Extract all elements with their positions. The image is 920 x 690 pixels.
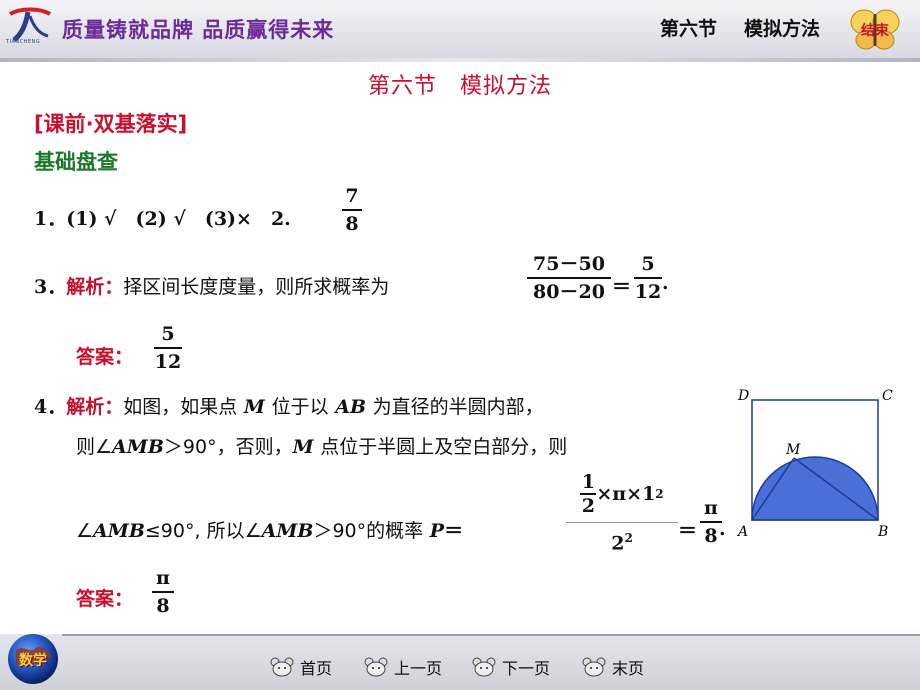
q3-answer-numerator: 5: [161, 323, 175, 345]
question-4-line-1: 4．解析：如图，如果点 M 位于以 AB 为直径的半圆内部，: [34, 396, 544, 418]
q4-compound-fraction: 1 2 ×π×1 2 22: [566, 466, 678, 555]
q3-answer-label: 答案：: [76, 346, 134, 368]
q3-frac1-numerator: 75－50: [533, 253, 605, 275]
header-title: 模拟方法: [744, 18, 821, 40]
header-bar: TIANCHENG 质量铸就品牌 品质赢得未来 第六节 模拟方法 结束: [0, 0, 920, 62]
q4-equals-2: ＝: [678, 520, 698, 542]
label-a: A: [736, 524, 748, 540]
page-title: 第六节 模拟方法: [367, 74, 552, 99]
q4-compound-numerator: 1 2 ×π×1 2: [580, 471, 664, 517]
q4-compound-denominator: 22: [611, 531, 633, 555]
q4-result-numerator: π: [704, 497, 718, 519]
q1-fraction: 7 8: [342, 184, 362, 236]
label-m: M: [785, 442, 801, 458]
q4-analysis-label: 解析：: [66, 396, 124, 418]
math-logo-label: 数学: [19, 653, 47, 669]
q3-answer-fraction: 5 12: [154, 322, 182, 374]
q3-frac2-denominator: 12: [634, 281, 662, 303]
q1-parts: (1) √ (2) √ (3)× 2.: [66, 208, 291, 230]
q3-number: 3．: [34, 276, 67, 298]
nav-next-page[interactable]: 下一页: [472, 654, 550, 680]
q3-frac2-numerator: 5: [641, 253, 655, 275]
question-4-line-2: 则∠AMB＞90°，否则，M 点位于半圆上及空白部分，则: [76, 436, 568, 458]
semicircle-region: [751, 456, 879, 521]
nav-next-label: 下一页: [502, 659, 551, 678]
nav-prev-page[interactable]: 上一页: [364, 654, 442, 680]
label-c: C: [882, 388, 893, 404]
section-heading-red: [课前·双基落实]: [34, 112, 188, 136]
header-slogan: 质量铸就品牌 品质赢得未来: [62, 18, 335, 42]
footer-divider: [62, 634, 920, 636]
q4-answer-fraction: π 8: [152, 566, 174, 618]
mouse-icon: [270, 657, 294, 677]
semicircle-square-figure: D C M A B: [736, 388, 893, 540]
q1-fraction-denominator: 8: [345, 213, 359, 235]
q4-answer-label: 答案：: [76, 588, 134, 610]
q3-answer-denominator: 12: [154, 351, 182, 373]
end-button[interactable]: 结束: [850, 6, 900, 52]
q3-frac1-denominator: 80－20: [533, 281, 605, 303]
q3-equals: ＝: [612, 276, 632, 298]
q4-number: 4．: [34, 396, 67, 418]
question-1: 1．(1) √ (2) √ (3)× 2.: [34, 204, 291, 231]
q4-answer-numerator: π: [156, 567, 170, 589]
mouse-icon: [364, 657, 388, 677]
q3-analysis-label: 解析：: [66, 276, 124, 298]
nav-first-page[interactable]: 首页: [270, 654, 332, 680]
end-button-label: 结束: [861, 23, 889, 39]
nav-first-label: 首页: [300, 659, 333, 678]
header-divider: [0, 58, 920, 62]
q3-period: .: [662, 272, 669, 294]
q1-number: 1．: [34, 208, 67, 230]
q4-half-fraction: 1 2: [580, 471, 597, 517]
question-4-line-3: ∠AMB≤90°, 所以∠AMB＞90°的概率 P＝: [76, 520, 464, 542]
mouse-icon: [472, 657, 496, 677]
label-b: B: [877, 524, 888, 540]
header-section: 第六节: [660, 18, 718, 40]
nav-prev-label: 上一页: [394, 659, 443, 678]
q3-text: 择区间长度度量，则所求概率为: [123, 276, 390, 298]
label-d: D: [737, 388, 749, 404]
q4-period: .: [719, 518, 726, 540]
q3-fraction-1: 75－50 80－20: [527, 252, 611, 304]
q3-fraction-2: 5 12: [634, 252, 662, 304]
q4-answer-denominator: 8: [156, 595, 170, 617]
footer-bar: [0, 634, 920, 690]
q1-fraction-numerator: 7: [345, 185, 359, 207]
section-heading-green: 基础盘查: [34, 150, 118, 174]
mouse-icon: [582, 657, 606, 677]
nav-last-page[interactable]: 末页: [582, 654, 644, 680]
question-3: 3．解析：择区间长度度量，则所求概率为: [34, 272, 389, 299]
nav-last-label: 末页: [612, 659, 645, 678]
logo-subtext: TIANCHENG: [6, 39, 41, 45]
